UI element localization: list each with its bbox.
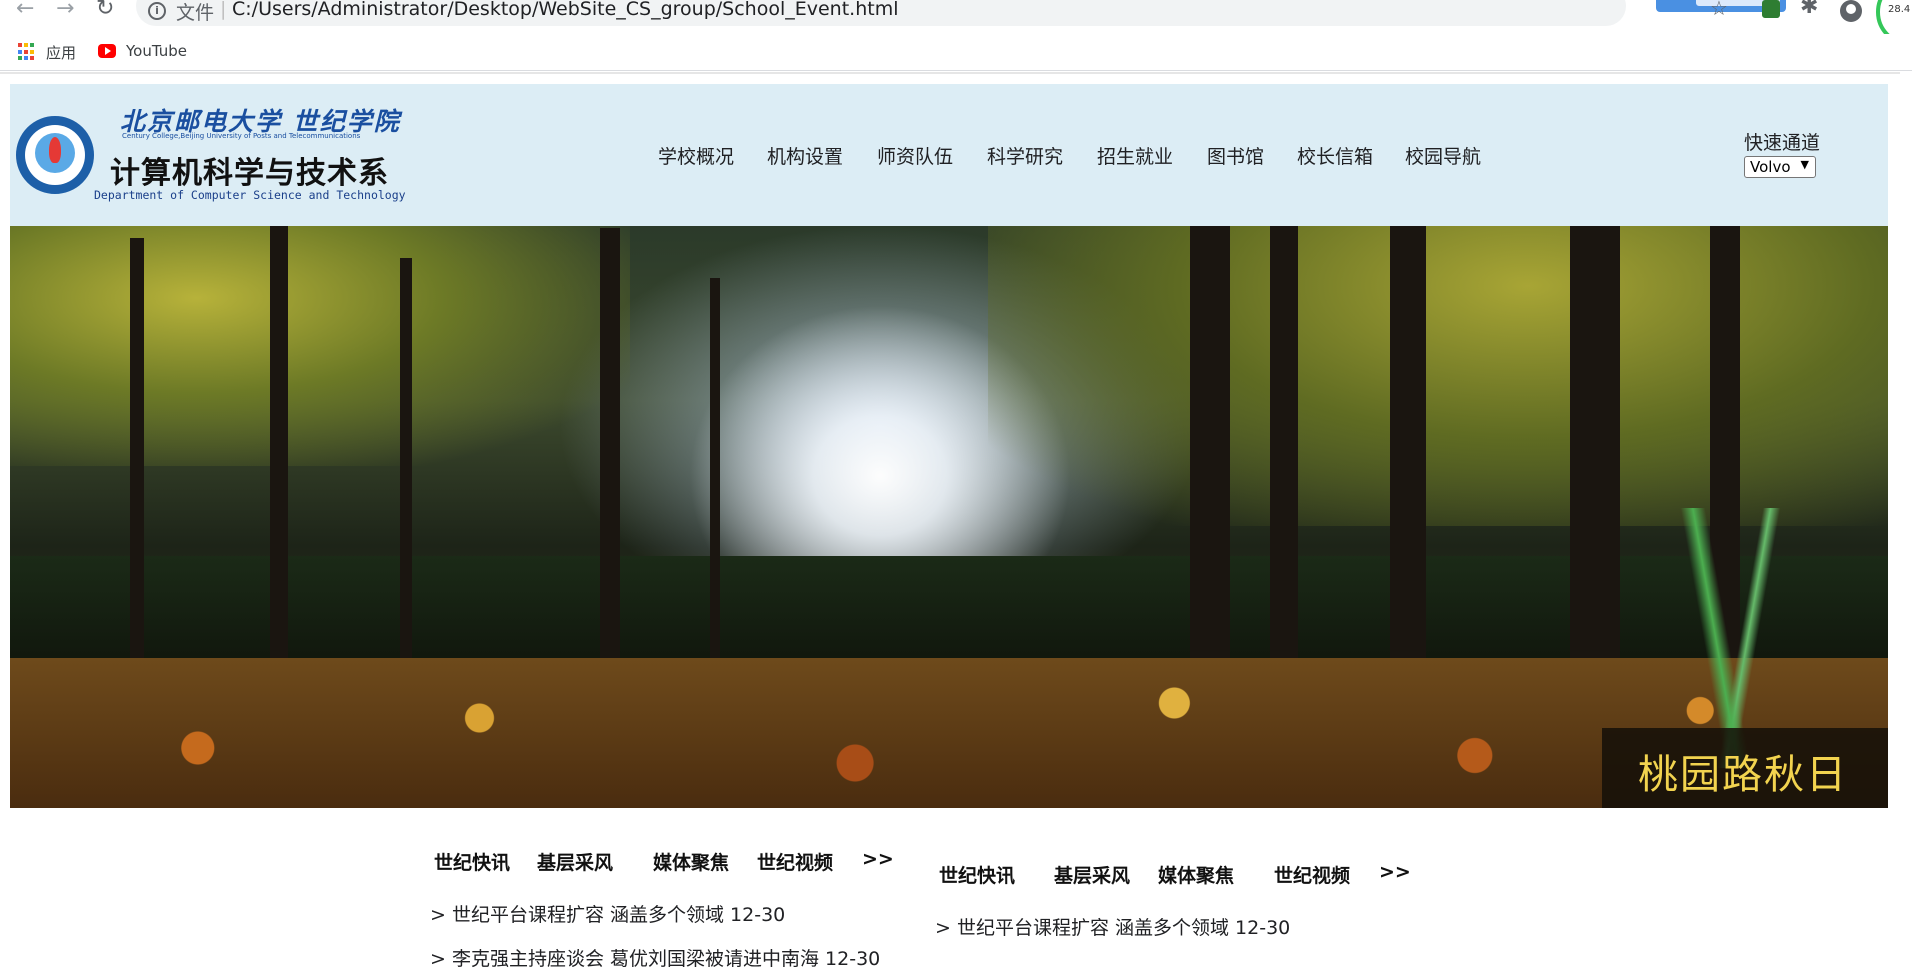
- bookmarks-bar: 应用 YouTube: [0, 34, 1912, 71]
- nav-item-faculty[interactable]: 师资队伍: [877, 142, 953, 169]
- tab-century-video[interactable]: 世纪视频: [757, 848, 833, 875]
- extension-icon[interactable]: [1762, 0, 1780, 18]
- bookmark-apps[interactable]: 应用: [46, 42, 76, 63]
- nav-item-overview[interactable]: 学校概况: [658, 142, 734, 169]
- tab-grassroots[interactable]: 基层采风: [537, 848, 613, 875]
- department-name-en: Department of Computer Science and Techn…: [94, 188, 406, 202]
- news-item[interactable]: > 世纪平台课程扩容 涵盖多个领域 12-30: [935, 913, 1290, 940]
- extensions-puzzle-icon[interactable]: ✱: [1800, 0, 1818, 19]
- quick-access-label: 快速通道: [1744, 132, 1821, 154]
- back-arrow-icon[interactable]: ←: [16, 0, 34, 24]
- nav-item-departments[interactable]: 机构设置: [767, 142, 843, 169]
- perf-value: 28.4: [1888, 4, 1911, 15]
- bookmark-star-icon[interactable]: ☆: [1710, 0, 1728, 20]
- tab-century-news[interactable]: 世纪快讯: [434, 848, 510, 875]
- banner-caption: 桃园路秋日: [1638, 752, 1848, 798]
- nav-item-library[interactable]: 图书馆: [1207, 142, 1264, 169]
- news-tabs: 世纪快讯 基层采风 媒体聚焦 世纪视频 >>: [434, 848, 904, 878]
- school-name-en: Century College,Beijing University of Po…: [122, 132, 361, 140]
- tab-media-focus[interactable]: 媒体聚焦: [1158, 861, 1234, 888]
- info-icon[interactable]: i: [148, 2, 166, 20]
- tab-more[interactable]: >>: [862, 848, 894, 870]
- tab-century-video[interactable]: 世纪视频: [1274, 861, 1350, 888]
- forward-arrow-icon[interactable]: →: [56, 0, 74, 24]
- bookmark-youtube[interactable]: YouTube: [126, 42, 187, 60]
- college-seal-icon[interactable]: [16, 116, 94, 194]
- banner-caption-box: 桃园路秋日: [1602, 728, 1888, 808]
- news-column-right: 世纪快讯 基层采风 媒体聚焦 世纪视频 >> > 世纪平台课程扩容 涵盖多个领域…: [935, 861, 1411, 939]
- tab-grassroots[interactable]: 基层采风: [1054, 861, 1130, 888]
- chevron-down-icon: ▼: [1800, 158, 1809, 171]
- department-name: 计算机科学与技术系: [110, 156, 389, 191]
- hero-banner: 桃园路秋日: [10, 226, 1888, 808]
- url-separator: |: [220, 0, 227, 20]
- news-item[interactable]: > 世纪平台课程扩容 涵盖多个领域 12-30: [430, 900, 785, 927]
- site-header: 北京邮电大学 世纪学院 Century College,Beijing Univ…: [10, 84, 1888, 226]
- tab-century-news[interactable]: 世纪快讯: [939, 861, 1015, 888]
- url-text[interactable]: C:/Users/Administrator/Desktop/WebSite_C…: [232, 0, 899, 20]
- youtube-icon[interactable]: [98, 44, 116, 58]
- apps-grid-icon[interactable]: [18, 43, 36, 61]
- quick-access-value: Volvo: [1750, 158, 1791, 176]
- nav-item-mailbox[interactable]: 校长信箱: [1297, 142, 1373, 169]
- nav-item-admissions[interactable]: 招生就业: [1097, 142, 1173, 169]
- page-divider: [0, 72, 1900, 74]
- url-scheme-label: 文件: [176, 2, 215, 24]
- nav-item-research[interactable]: 科学研究: [987, 142, 1063, 169]
- tab-media-focus[interactable]: 媒体聚焦: [653, 848, 729, 875]
- browser-toolbar: ← → ↻ i 文件 | C:/Users/Administrator/Desk…: [0, 0, 1912, 46]
- news-item[interactable]: > 李克强主持座谈会 葛优刘国梁被请进中南海 12-30: [430, 944, 880, 971]
- news-column-left: 世纪快讯 基层采风 媒体聚焦 世纪视频 >> > 世纪平台课程扩容 涵盖多个领域…: [430, 848, 904, 970]
- quick-access-select[interactable]: Volvo ▼: [1744, 156, 1816, 178]
- reload-icon[interactable]: ↻: [96, 0, 114, 24]
- address-bar[interactable]: i 文件 | C:/Users/Administrator/Desktop/We…: [136, 0, 1626, 26]
- account-avatar-icon[interactable]: [1840, 0, 1862, 22]
- news-tabs: 世纪快讯 基层采风 媒体聚焦 世纪视频 >>: [939, 861, 1411, 891]
- tab-more[interactable]: >>: [1379, 861, 1411, 883]
- nav-item-campus-map[interactable]: 校园导航: [1405, 142, 1481, 169]
